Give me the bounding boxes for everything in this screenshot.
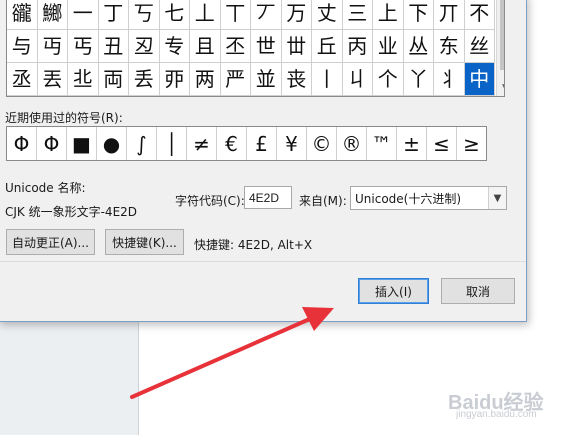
arrow-shaft <box>130 316 314 399</box>
watermark-url: jingyan.baidu.com <box>456 409 537 420</box>
annotation-arrow <box>130 307 334 399</box>
